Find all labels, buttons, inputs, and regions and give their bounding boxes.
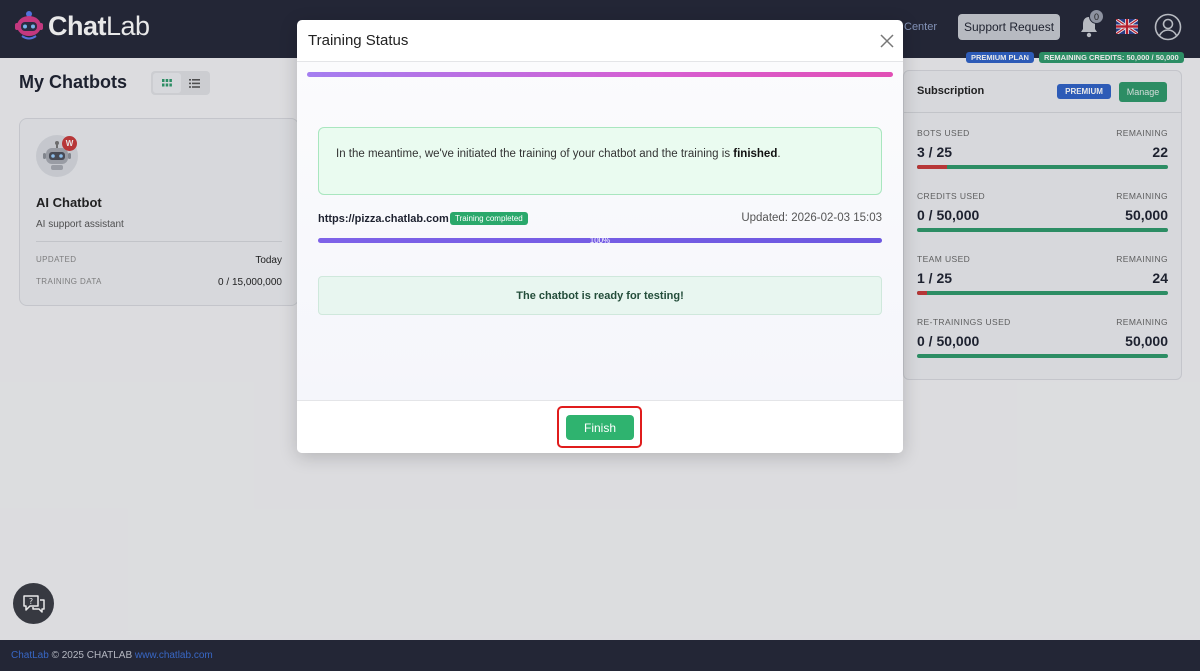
ready-message-box: The chatbot is ready for testing! xyxy=(318,276,882,315)
training-status-modal: Training Status In the meantime, we've i… xyxy=(297,20,903,453)
step-progress-bar xyxy=(307,72,893,77)
updated-timestamp: Updated: 2026-02-03 15:03 xyxy=(741,212,882,224)
finish-button[interactable]: Finish xyxy=(566,415,634,440)
training-source-url: https://pizza.chatlab.com xyxy=(318,213,449,225)
training-info-box: In the meantime, we've initiated the tra… xyxy=(318,127,882,195)
training-progress-label: 100% xyxy=(589,236,611,245)
modal-header: Training Status xyxy=(297,20,903,62)
modal-body: In the meantime, we've initiated the tra… xyxy=(297,62,903,400)
modal-footer: Finish xyxy=(297,400,903,453)
training-info-text: In the meantime, we've initiated the tra… xyxy=(336,148,781,160)
modal-title: Training Status xyxy=(308,32,409,49)
training-completed-badge: Training completed xyxy=(450,212,528,225)
ready-message-text: The chatbot is ready for testing! xyxy=(516,290,684,302)
close-icon[interactable] xyxy=(880,34,894,48)
